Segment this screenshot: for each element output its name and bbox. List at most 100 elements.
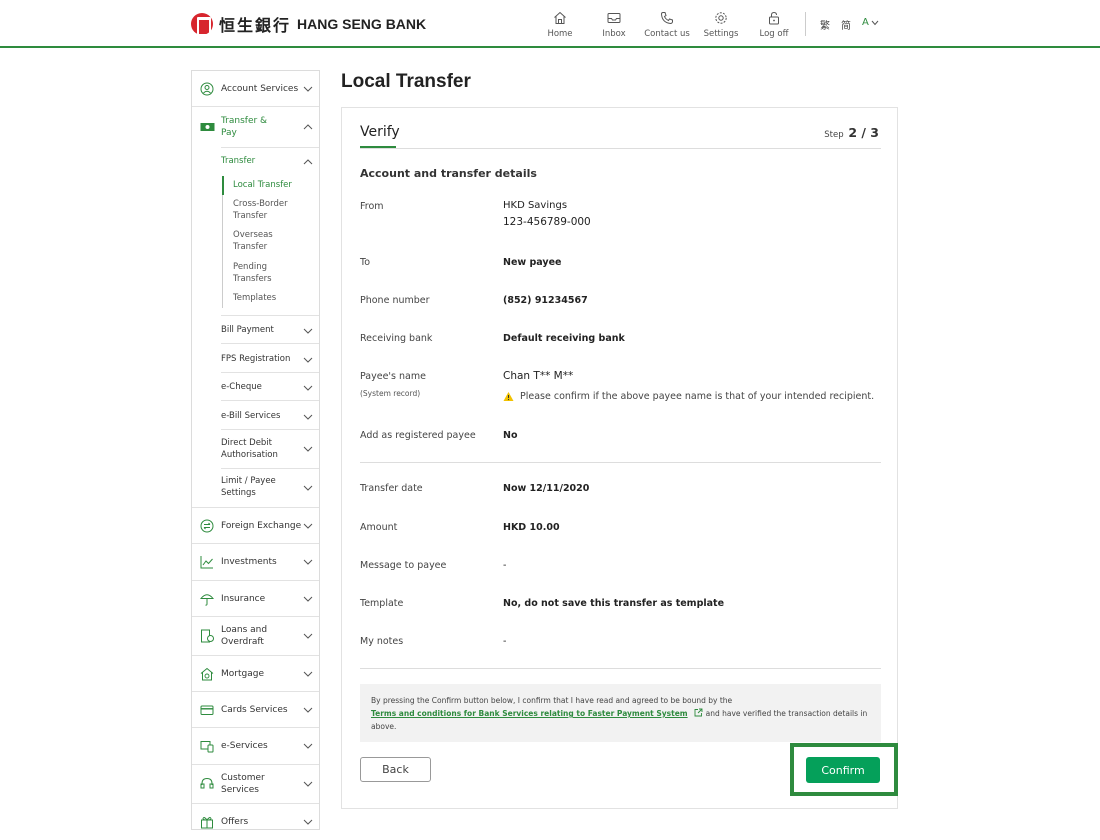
nav-inbox[interactable]: Inbox [587,10,641,39]
lang-traditional[interactable]: 繁 [820,17,830,32]
from-account-name: HKD Savings [503,200,568,211]
amount-value: HKD 10.00 [503,522,560,533]
sidebar-divider [221,468,319,469]
sidebar-item-foreign-exchange[interactable]: Foreign Exchange [192,508,319,544]
sidebar-leaf-overseas-2[interactable]: Transfer [233,241,267,253]
sidebar-item-mortgage[interactable]: Mortgage [192,656,319,692]
verify-card: Verify Step 2 / 3 Account and transfer d… [341,107,898,809]
sidebar-label-foreign-exchange: Foreign Exchange [221,521,302,531]
font-size-toggle[interactable]: A [862,17,869,28]
terms-notice: By pressing the Confirm button below, I … [360,684,881,742]
sidebar-item-customer-services[interactable]: Customer Services [192,765,319,804]
gift-icon [201,817,213,829]
sidebar-nav: Account Services Transfer & Pay Transfer… [191,70,320,830]
sidebar-sub-limit-2[interactable]: Settings [221,487,256,499]
transfer-date-label: Transfer date [360,483,423,494]
sidebar-sub-transfer[interactable]: Transfer [221,155,255,167]
umbrella-icon [200,594,214,606]
sidebar-leaf-pending-1[interactable]: Pending [233,261,267,273]
chevron-down-icon [303,743,313,749]
sidebar-leaf-cross-border-1[interactable]: Cross-Border [233,198,288,210]
house-icon [200,667,214,681]
chevron-down-icon[interactable] [303,483,313,493]
sidebar-label-account-services: Account Services [221,84,299,94]
sidebar-item-account-services[interactable]: Account Services [192,71,319,107]
external-link-icon[interactable] [694,708,703,717]
transfer-date-value: Now 12/11/2020 [503,483,590,494]
nav-home-label: Home [547,29,573,39]
chevron-down-icon[interactable] [303,355,313,365]
sidebar-label-offers: Offers [221,817,249,827]
phone-value: (852) 91234567 [503,295,588,306]
sidebar-sub-bill-payment[interactable]: Bill Payment [221,324,274,336]
sidebar-item-e-services[interactable]: e-Services [192,728,319,765]
chevron-down-icon[interactable] [303,326,313,336]
sidebar-sub-e-cheque[interactable]: e-Cheque [221,381,262,393]
sidebar-leaf-pending-2[interactable]: Transfers [233,273,272,285]
sidebar-sub-e-bill[interactable]: e-Bill Services [221,410,280,422]
add-payee-value: No [503,430,518,441]
sidebar-item-transfer-pay[interactable]: Transfer & Pay [192,107,319,147]
user-circle-icon [200,82,214,96]
sidebar-leaf-local-transfer[interactable]: Local Transfer [233,179,292,191]
sidebar-sub-direct-debit-1[interactable]: Direct Debit [221,437,272,449]
sidebar-label-transfer-pay-2: Pay [221,128,237,138]
sidebar-divider [221,400,319,401]
tab-active-underline [360,146,396,148]
sidebar-label-investments: Investments [221,557,277,567]
sidebar-leaf-overseas-1[interactable]: Overseas [233,229,273,241]
logo-english-text: HANG SENG BANK [297,16,427,32]
sidebar-divider [221,372,319,373]
sidebar-leaf-templates[interactable]: Templates [233,292,276,304]
bank-logo[interactable]: 恒生銀行 HANG SENG BANK [191,12,426,36]
sidebar-divider [221,147,319,148]
chevron-down-icon [303,633,313,639]
headset-icon [200,777,214,789]
sidebar-item-loans-overdraft[interactable]: Loans and Overdraft [192,617,319,656]
chevron-up-icon[interactable] [303,157,313,167]
gear-icon [715,12,727,24]
section-divider [360,668,881,669]
inbox-icon [607,13,621,23]
sidebar-item-investments[interactable]: Investments [192,544,319,581]
terms-prefix: By pressing the Confirm button below, I … [371,696,733,705]
nav-contact-label: Contact us [644,29,690,39]
exchange-icon [200,519,214,533]
back-button[interactable]: Back [360,757,431,782]
chevron-down-icon[interactable] [303,444,313,454]
payee-warning-text: Please confirm if the above payee name i… [520,391,875,402]
chevron-down-icon[interactable] [303,383,313,393]
chevron-down-icon[interactable] [303,412,313,422]
top-header: 恒生銀行 HANG SENG BANK Home Inbox Contact u… [0,0,1100,48]
template-value: No, do not save this transfer as templat… [503,598,725,609]
sidebar-divider [221,343,319,344]
nav-log-off[interactable]: Log off [747,10,801,39]
header-divider [805,12,806,36]
sidebar-item-offers[interactable]: Offers [192,804,319,840]
sidebar-sub-fps-registration[interactable]: FPS Registration [221,353,290,365]
terms-link[interactable]: Terms and conditions for Bank Services r… [371,709,688,718]
bank-label: Receiving bank [360,333,433,344]
chevron-down-icon [303,596,313,602]
lang-simplified[interactable]: 简 [841,17,851,32]
confirm-button[interactable]: Confirm [806,757,880,783]
nav-settings[interactable]: Settings [694,10,748,39]
step-value: 2 / 3 [848,125,879,140]
sidebar-divider [221,429,319,430]
sidebar-item-cards-services[interactable]: Cards Services [192,692,319,728]
credit-card-icon [200,705,214,715]
chevron-down-icon[interactable] [871,20,879,26]
to-label: To [360,257,371,268]
nav-inbox-label: Inbox [602,29,626,39]
section-divider [360,462,881,463]
sidebar-label-mortgage: Mortgage [221,669,264,679]
nav-home[interactable]: Home [533,10,587,39]
amount-label: Amount [360,522,398,533]
tab-verify: Verify [360,124,400,140]
sidebar-sub-limit-1[interactable]: Limit / Payee [221,475,276,487]
sidebar-leaf-cross-border-2[interactable]: Transfer [233,210,267,222]
sidebar-sub-direct-debit-2[interactable]: Authorisation [221,449,278,461]
message-value: - [503,560,507,571]
nav-contact-us[interactable]: Contact us [640,10,694,39]
sidebar-item-insurance[interactable]: Insurance [192,581,319,617]
